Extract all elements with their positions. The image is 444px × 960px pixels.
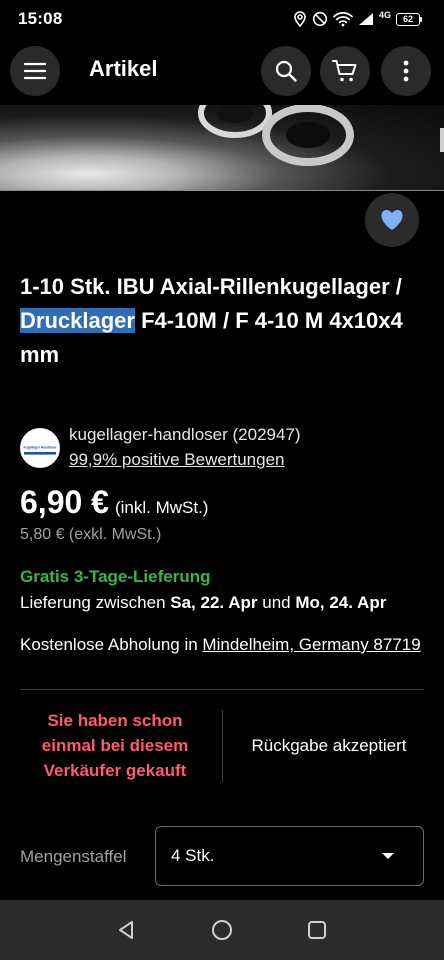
network-type: 4G (378, 10, 391, 20)
delivery-range: Lieferung zwischen Sa, 22. Apr und Mo, 2… (20, 593, 386, 613)
delivery-prefix: Lieferung zwischen (20, 593, 171, 612)
price-excl: 5,80 € (exkl. MwSt.) (20, 526, 162, 543)
seller-name[interactable]: kugellager-handloser (202947) (69, 425, 301, 445)
returns-accepted: Rückgabe akzeptiert (251, 736, 407, 755)
back-triangle-icon (119, 921, 133, 939)
recents-square-icon (308, 921, 326, 939)
title-highlight: Drucklager (20, 308, 135, 333)
price-main: 6,90 € (20, 484, 109, 520)
page-title: Artikel (89, 56, 158, 81)
image-scrollbar[interactable] (440, 128, 444, 152)
quantity-select[interactable]: 4 Stk. (155, 826, 424, 886)
product-title: 1-10 Stk. IBU Axial-Rillenkugellager / D… (20, 270, 430, 372)
nav-back-button[interactable] (117, 920, 137, 940)
bought-before-notice: Sie haben schon einmal bei diesem Verkäu… (41, 711, 189, 780)
cart-button[interactable] (320, 46, 370, 96)
seller-logo: Kugellager Handloser (22, 443, 58, 455)
battery-cap (420, 16, 422, 22)
pickup-info: Kostenlose Abholung in Mindelheim, Germa… (20, 633, 430, 657)
status-time: 15:08 (18, 9, 63, 28)
battery-level: 62 (396, 12, 420, 26)
price-block: 6,90 € (inkl. MwSt.) (20, 484, 208, 521)
nav-recents-button[interactable] (307, 920, 327, 940)
system-nav-bar (0, 900, 444, 960)
pickup-location-link[interactable]: Mindelheim, Germany 87719 (202, 635, 420, 654)
seller-logo-text: Kugellager Handloser (24, 446, 58, 450)
seller-avatar: Kugellager Handloser (20, 428, 60, 468)
status-icons: 4G 62 (293, 10, 422, 27)
more-options-button[interactable] (381, 46, 431, 96)
seller-rating-link[interactable]: 99,9% positive Bewertungen (69, 450, 284, 470)
wifi-icon (333, 12, 353, 27)
nav-home-button[interactable] (211, 919, 233, 941)
delivery-date-to: Mo, 24. Apr (295, 593, 387, 612)
location-icon (294, 11, 306, 27)
menu-icon (24, 62, 46, 80)
status-bar: 15:08 4G 62 (0, 0, 444, 38)
seller-info[interactable]: Kugellager Handloser kugellager-handlose… (20, 425, 430, 469)
quantity-selected-value: 4 Stk. (171, 846, 215, 865)
delivery-date-from: Sa, 22. Apr (170, 593, 258, 612)
search-button[interactable] (261, 46, 311, 96)
menu-button[interactable] (10, 46, 60, 96)
home-circle-icon (212, 920, 232, 940)
delivery-mid: und (257, 593, 296, 612)
cart-icon (332, 60, 357, 82)
dropdown-arrow-icon (382, 853, 394, 859)
search-icon (275, 60, 297, 82)
watchlist-button[interactable] (365, 193, 419, 247)
product-photo (198, 105, 354, 166)
more-vertical-icon (403, 60, 409, 82)
product-image[interactable] (0, 105, 444, 191)
do-not-disturb-icon (312, 11, 328, 27)
quantity-label: Mengenstaffel (20, 847, 127, 866)
app-bar: Artikel (0, 42, 444, 100)
battery-indicator: 62 (396, 12, 422, 26)
divider (20, 689, 424, 690)
title-part-1: 1-10 Stk. IBU Axial-Rillenkugellager / (20, 274, 402, 299)
price-incl-note: (inkl. MwSt.) (114, 498, 209, 517)
pickup-prefix: Kostenlose Abholung in (20, 635, 203, 654)
free-delivery-label: Gratis 3-Tage-Lieferung (20, 567, 211, 586)
signal-icon (358, 13, 373, 25)
heart-icon (381, 210, 403, 230)
